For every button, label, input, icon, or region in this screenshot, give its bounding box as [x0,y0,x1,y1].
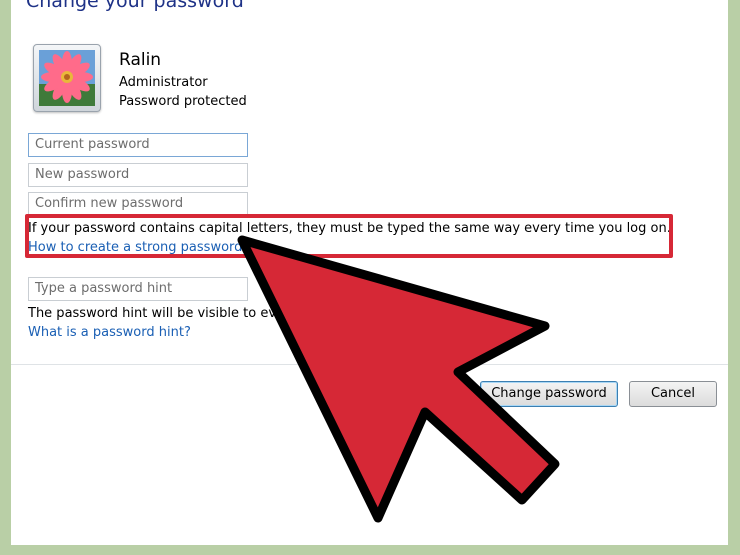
password-hint-field[interactable]: Type a password hint [28,277,248,301]
page-title: Change your password [26,0,244,12]
flower-avatar-icon [33,44,101,112]
change-password-button[interactable]: Change password [480,381,618,407]
user-role: Administrator [119,75,208,90]
confirm-password-field[interactable]: Confirm new password [28,192,248,216]
hint-visibility-note: The password hint will be visible to eve… [28,306,290,321]
user-password-status: Password protected [119,94,247,109]
password-hint-link[interactable]: What is a password hint? [28,325,191,340]
new-password-field[interactable]: New password [28,163,248,187]
change-password-panel: Change your password Ralin Administrator… [11,0,728,545]
cancel-button[interactable]: Cancel [629,381,717,407]
user-name: Ralin [119,50,162,70]
divider [11,364,728,365]
highlight-box [25,214,673,258]
current-password-field[interactable]: Current password [28,133,248,157]
